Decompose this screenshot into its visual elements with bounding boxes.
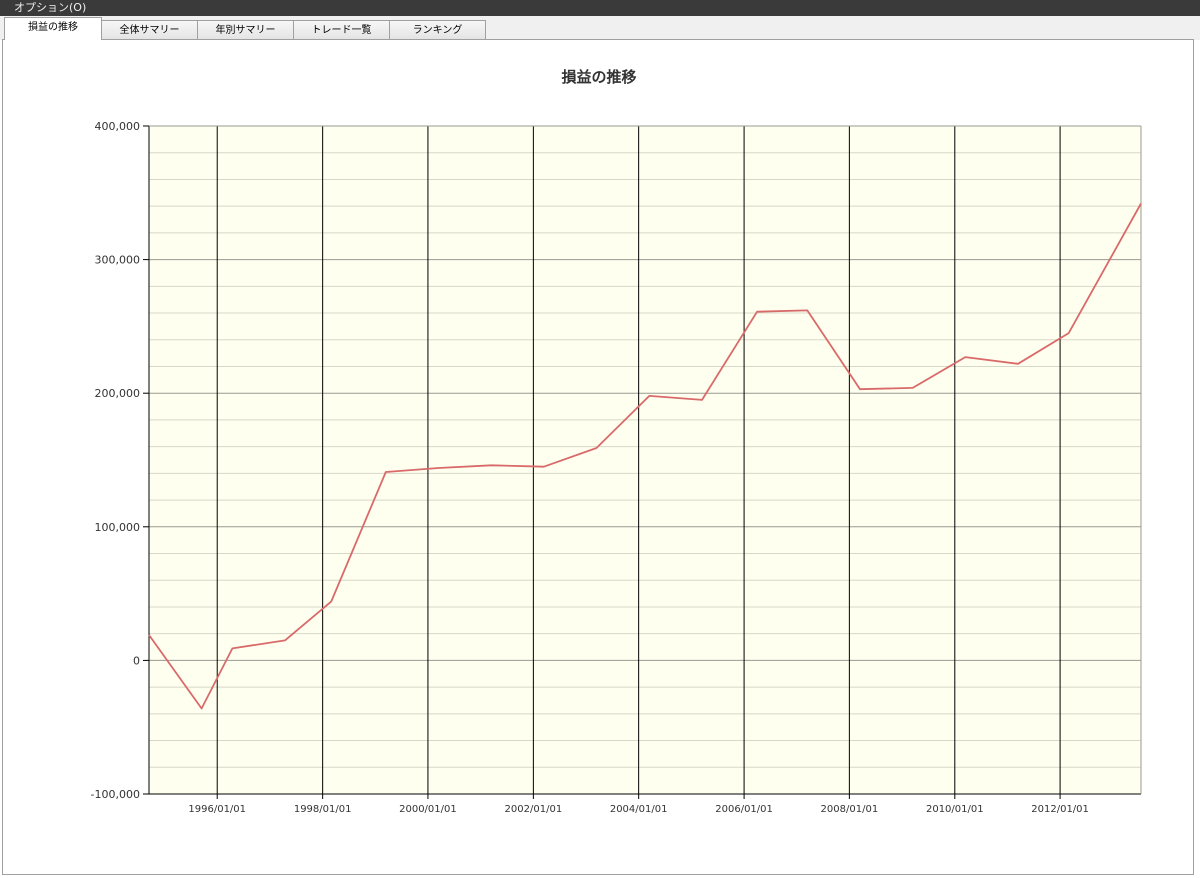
tab-overall-summary[interactable]: 全体サマリー — [101, 20, 198, 39]
x-tick-label: 2000/01/01 — [399, 804, 457, 815]
y-tick-label: 0 — [133, 654, 140, 667]
tab-ranking[interactable]: ランキング — [389, 20, 486, 39]
chart-title: 損益の推移 — [561, 68, 636, 86]
x-tick-label: 2012/01/01 — [1031, 804, 1089, 815]
tab-trade-list[interactable]: トレード一覧 — [293, 20, 390, 39]
menu-bar: オプション(O) — [0, 0, 1200, 16]
plot-area — [149, 126, 1141, 794]
tab-yearly-summary[interactable]: 年別サマリー — [197, 20, 294, 39]
chart-panel: 損益の推移 400,000 300,000 200,000 100,000 0 -100,… — [2, 39, 1194, 875]
x-tick-label: 2010/01/01 — [926, 804, 984, 815]
y-tick-label: 100,000 — [95, 521, 141, 534]
x-tick-label: 1996/01/01 — [188, 804, 246, 815]
pnl-chart: 損益の推移 400,000 300,000 200,000 100,000 0 -100,… — [91, 68, 1142, 815]
x-tick-label: 2006/01/01 — [715, 804, 773, 815]
options-menu[interactable]: オプション(O) — [14, 1, 86, 14]
y-tick-label: -100,000 — [91, 788, 140, 801]
x-tick-label: 2002/01/01 — [505, 804, 563, 815]
y-tick-label: 400,000 — [95, 120, 141, 133]
x-tick-label: 2008/01/01 — [821, 804, 879, 815]
tab-strip: 損益の推移 全体サマリー 年別サマリー トレード一覧 ランキング — [0, 16, 1200, 40]
tab-pnl-trend[interactable]: 損益の推移 — [4, 17, 102, 40]
x-tick-label: 2004/01/01 — [610, 804, 668, 815]
y-tick-label: 300,000 — [95, 254, 141, 267]
y-axis: 400,000 300,000 200,000 100,000 0 -100,000 — [91, 120, 150, 801]
y-tick-label: 200,000 — [95, 387, 141, 400]
x-tick-label: 1998/01/01 — [294, 804, 352, 815]
